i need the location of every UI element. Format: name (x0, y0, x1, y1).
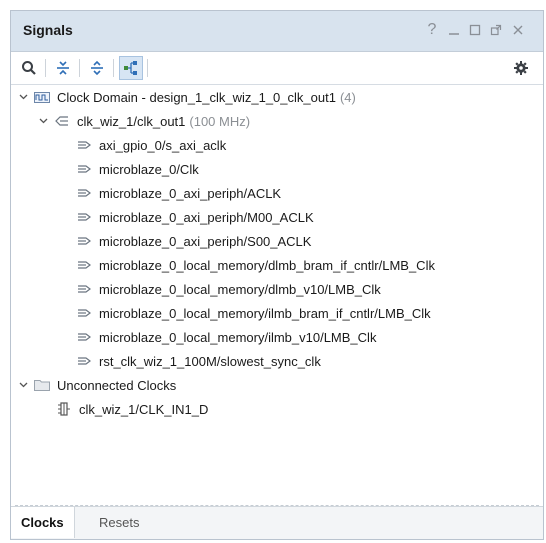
signal-item[interactable]: microblaze_0_local_memory/ilmb_bram_if_c… (71, 301, 431, 325)
pin-icon (75, 210, 93, 224)
panel-title: Signals (23, 22, 73, 38)
maximize-icon[interactable] (464, 19, 486, 41)
clock-frequency: (100 MHz) (189, 113, 251, 129)
signal-label: microblaze_0_local_memory/ilmb_bram_if_c… (99, 305, 431, 321)
unconnected-clocks-label: Unconnected Clocks (57, 377, 177, 393)
toolbar-divider (113, 59, 114, 77)
search-icon[interactable] (17, 56, 41, 80)
signal-label: microblaze_0_local_memory/dlmb_v10/LMB_C… (99, 281, 381, 297)
signal-item[interactable]: microblaze_0/Clk (71, 157, 199, 181)
signal-item[interactable]: microblaze_0_local_memory/dlmb_bram_if_c… (71, 253, 435, 277)
signal-label: microblaze_0_axi_periph/S00_ACLK (99, 233, 312, 249)
help-icon[interactable]: ? (421, 19, 443, 41)
clock-label: clk_wiz_1/clk_out1 (77, 113, 186, 129)
input-buffer-icon (55, 402, 73, 416)
signal-label: microblaze_0_local_memory/ilmb_v10/LMB_C… (99, 329, 377, 345)
unconnected-clocks-node[interactable]: Unconnected Clocks (17, 373, 176, 397)
signal-item[interactable]: rst_clk_wiz_1_100M/slowest_sync_clk (71, 349, 321, 373)
signal-item[interactable]: axi_gpio_0/s_axi_aclk (71, 133, 226, 157)
pin-icon (75, 234, 93, 248)
signal-label: microblaze_0_axi_periph/M00_ACLK (99, 209, 314, 225)
clock-domain-node[interactable]: Clock Domain - design_1_clk_wiz_1_0_clk_… (17, 85, 356, 109)
tab-bar: Clocks Resets (11, 506, 543, 539)
toolbar (11, 52, 543, 85)
folder-icon (33, 378, 51, 392)
settings-icon[interactable] (509, 56, 533, 80)
pin-icon (75, 330, 93, 344)
signal-label: microblaze_0_axi_periph/ACLK (99, 185, 282, 201)
clock-node[interactable]: clk_wiz_1/clk_out1 (100 MHz) (37, 109, 250, 133)
chevron-down-icon[interactable] (17, 94, 29, 100)
pin-icon (75, 258, 93, 272)
close-icon[interactable] (507, 19, 529, 41)
unconnected-clock-item[interactable]: clk_wiz_1/CLK_IN1_D (51, 397, 208, 421)
chevron-down-icon[interactable] (37, 118, 49, 124)
waveform-icon (33, 90, 51, 104)
signal-label: microblaze_0_local_memory/dlmb_bram_if_c… (99, 257, 435, 273)
toolbar-divider (79, 59, 80, 77)
pin-icon (75, 162, 93, 176)
signal-item[interactable]: microblaze_0_axi_periph/ACLK (71, 181, 281, 205)
pin-icon (75, 282, 93, 296)
collapse-all-icon[interactable] (51, 56, 75, 80)
pin-icon (75, 354, 93, 368)
tab-clocks[interactable]: Clocks (11, 507, 75, 538)
signals-panel: Signals ? Clock Domain - design_1_clk_wi… (10, 10, 544, 540)
clock-domain-label: Clock Domain - design_1_clk_wiz_1_0_clk_… (57, 89, 336, 105)
panel-header: Signals ? (11, 11, 543, 52)
pin-icon (75, 138, 93, 152)
float-icon[interactable] (485, 19, 507, 41)
chevron-down-icon[interactable] (17, 382, 29, 388)
pin-icon (75, 306, 93, 320)
signal-label: axi_gpio_0/s_axi_aclk (99, 137, 227, 153)
toolbar-divider (147, 59, 148, 77)
expand-all-icon[interactable] (85, 56, 109, 80)
clock-domain-count: (4) (339, 89, 356, 105)
signal-label: microblaze_0/Clk (99, 161, 199, 177)
signal-item[interactable]: microblaze_0_local_memory/ilmb_v10/LMB_C… (71, 325, 376, 349)
signal-item[interactable]: microblaze_0_axi_periph/M00_ACLK (71, 205, 314, 229)
pin-icon (75, 186, 93, 200)
minimize-icon[interactable] (443, 19, 465, 41)
clock-port-icon (53, 114, 71, 128)
signal-label: rst_clk_wiz_1_100M/slowest_sync_clk (99, 353, 321, 369)
unconnected-clock-label: clk_wiz_1/CLK_IN1_D (79, 401, 209, 417)
show-hierarchy-icon[interactable] (119, 56, 143, 80)
signal-item[interactable]: microblaze_0_axi_periph/S00_ACLK (71, 229, 311, 253)
toolbar-divider (45, 59, 46, 77)
tab-resets[interactable]: Resets (89, 507, 149, 538)
signal-item[interactable]: microblaze_0_local_memory/dlmb_v10/LMB_C… (71, 277, 381, 301)
